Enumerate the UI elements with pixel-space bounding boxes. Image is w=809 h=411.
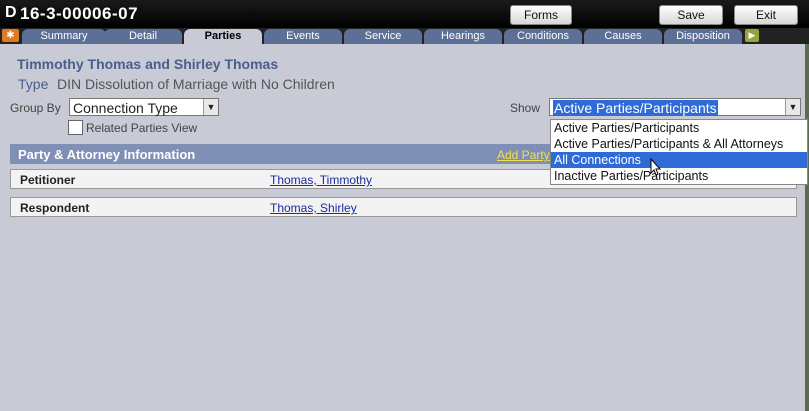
party-role: Petitioner [20,173,76,187]
page-title: Timmothy Thomas and Shirley Thomas [17,56,279,72]
tab-conditions[interactable]: Conditions [504,29,582,44]
tab-scroll-right-icon[interactable]: ▶ [745,29,759,42]
show-dropdown-list: Active Parties/Participants Active Parti… [550,119,808,185]
chevron-down-icon[interactable]: ▼ [203,99,218,115]
mouse-pointer-icon [650,158,662,176]
exit-button[interactable]: Exit [734,5,798,25]
tab-disposition[interactable]: Disposition [664,29,742,44]
party-name-link[interactable]: Thomas, Timmothy [270,173,372,187]
group-by-value: Connection Type [73,100,178,116]
tab-summary[interactable]: Summary [22,29,106,44]
dropdown-option[interactable]: Active Parties/Participants [551,120,807,136]
case-menu-icon[interactable]: ✱ [2,29,19,42]
chevron-down-icon[interactable]: ▼ [785,99,800,115]
case-number: 16-3-00006-07 [20,4,139,23]
parties-panel: Timmothy Thomas and Shirley Thomas Type … [0,44,805,411]
dropdown-option[interactable]: Inactive Parties/Participants [551,168,807,184]
show-value: Active Parties/Participants [553,100,718,116]
tab-service[interactable]: Service [344,29,422,44]
group-by-label: Group By [10,101,61,115]
tab-parties[interactable]: Parties [184,29,262,45]
dropdown-option[interactable]: All Connections [551,152,807,168]
case-type-label: Type [18,76,49,92]
tab-bar: ✱ Summary Detail Parties Events Service … [0,28,809,45]
save-button[interactable]: Save [659,5,723,25]
case-type-value: DIN Dissolution of Marriage with No Chil… [57,76,335,92]
party-role: Respondent [20,201,90,215]
show-select[interactable]: Active Parties/Participants ▼ [549,98,801,116]
tab-hearings[interactable]: Hearings [424,29,502,44]
case-d-icon: D [5,4,17,21]
party-row: Respondent Thomas, Shirley [10,197,797,217]
tab-events[interactable]: Events [264,29,342,44]
forms-button[interactable]: Forms [510,5,572,25]
related-parties-label: Related Parties View [86,121,198,135]
related-parties-checkbox[interactable] [68,120,83,135]
show-label: Show [510,101,541,115]
dropdown-option[interactable]: Active Parties/Participants & All Attorn… [551,136,807,152]
group-by-select[interactable]: Connection Type ▼ [69,98,219,116]
add-party-link[interactable]: Add Party [497,148,550,162]
party-name-link[interactable]: Thomas, Shirley [270,201,357,215]
title-bar: D 16-3-00006-07 Forms Save Exit [0,0,809,28]
tab-causes[interactable]: Causes [584,29,662,44]
tab-detail[interactable]: Detail [104,29,182,44]
section-title: Party & Attorney Information [18,147,196,162]
